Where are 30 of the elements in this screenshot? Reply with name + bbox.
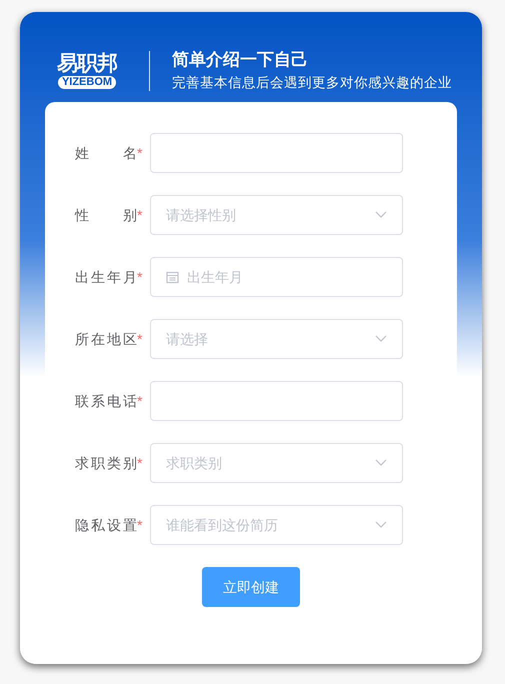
required-mark: *	[137, 206, 144, 225]
field-label: 求职类别	[75, 454, 137, 472]
required-mark: *	[137, 330, 144, 349]
date-field[interactable]: 出生年月	[150, 257, 403, 297]
field-label: 联系电话	[75, 392, 137, 410]
select-field[interactable]: 请选择性别	[150, 195, 403, 235]
required-mark: *	[137, 454, 144, 473]
field-label: 所在地区	[75, 330, 137, 348]
field-label: 姓名	[75, 144, 137, 162]
header-subtitle: 完善基本信息后会遇到更多对你感兴趣的企业	[172, 74, 452, 92]
field-label: 隐私设置	[75, 516, 137, 534]
required-mark: *	[137, 516, 144, 535]
text-input-field[interactable]	[150, 133, 403, 173]
chevron-down-icon	[375, 459, 387, 467]
select-field[interactable]: 谁能看到这份简历	[150, 505, 403, 545]
required-mark: *	[137, 144, 144, 163]
field-label: 出生年月	[75, 268, 137, 286]
select-field[interactable]: 求职类别	[150, 443, 403, 483]
required-mark: *	[137, 392, 144, 411]
create-button[interactable]: 立即创建	[202, 567, 300, 607]
field-label: 性别	[75, 206, 137, 224]
text-input-field[interactable]	[150, 381, 403, 421]
chevron-down-icon	[375, 211, 387, 219]
chevron-down-icon	[375, 521, 387, 529]
chevron-down-icon	[375, 335, 387, 343]
logo: 易职邦 YIZEBOM	[56, 52, 118, 89]
calendar-icon	[166, 270, 179, 284]
header-title: 简单介绍一下自己	[172, 48, 309, 70]
required-mark: *	[137, 268, 144, 287]
select-field[interactable]: 请选择	[150, 319, 403, 359]
